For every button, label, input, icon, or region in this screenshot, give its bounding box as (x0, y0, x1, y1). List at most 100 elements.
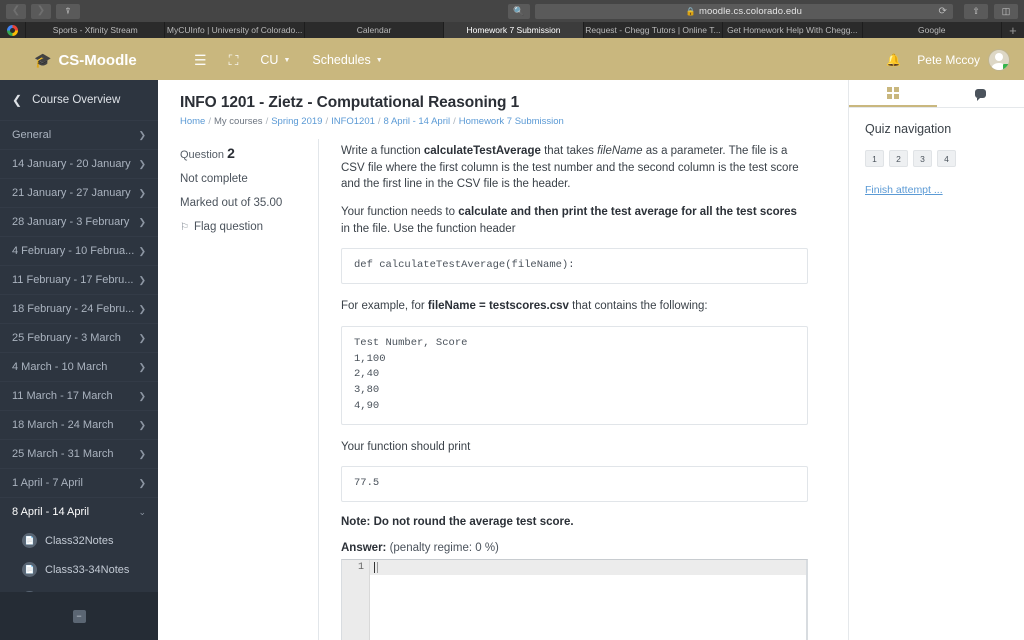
sidebar-subitem-class33-34notes[interactable]: 📄 Class33-34Notes (0, 555, 158, 584)
sidebar-item-week-8[interactable]: 4 March - 10 March ❯ (0, 352, 158, 381)
browser-tab[interactable]: Calendar (305, 22, 445, 38)
collapse-icon[interactable]: − (72, 609, 86, 623)
search-icon[interactable]: 🔍 (508, 3, 530, 19)
editor-caret (374, 561, 375, 573)
tab-overview-icon[interactable]: ◫ (994, 3, 1018, 19)
sidebar-item-label: 21 January - 27 January (12, 187, 131, 199)
course-sidebar: ❮ Course Overview General ❯ 14 January -… (0, 80, 158, 640)
browser-tab[interactable]: Sports - Xfinity Stream (26, 22, 166, 38)
new-tab-button[interactable]: + (1002, 22, 1024, 38)
chevron-right-icon: ❯ (138, 129, 146, 140)
breadcrumb-week[interactable]: 8 April - 14 April (384, 116, 451, 127)
browser-tab[interactable]: Get Homework Help With Chegg... (723, 22, 863, 38)
chevron-right-icon: ❯ (138, 303, 146, 314)
page-title: INFO 1201 - Zietz - Computational Reason… (180, 94, 520, 111)
url-text: moodle.cs.colorado.edu (698, 5, 803, 17)
browser-tab-active[interactable]: Homework 7 Submission (444, 22, 584, 38)
chevron-right-icon: ❯ (138, 361, 146, 372)
breadcrumb-info1201[interactable]: INFO1201 (331, 116, 375, 127)
google-logo-icon (7, 24, 18, 36)
notification-bell-icon[interactable]: 🔔 (886, 53, 901, 67)
question-number: Question 2 (180, 145, 318, 161)
flag-question-label: Flag question (193, 221, 264, 233)
p2-pre: Your function needs to (341, 206, 459, 219)
breadcrumb-home[interactable]: Home (180, 116, 205, 127)
editor-scrollbar[interactable] (806, 559, 807, 640)
course-overview-label: Course Overview (32, 94, 121, 106)
sidebar-item-week-9[interactable]: 11 March - 17 March ❯ (0, 381, 158, 410)
chevron-down-icon: ⌄ (138, 506, 146, 517)
breadcrumb-spring-2019[interactable]: Spring 2019 (271, 116, 322, 127)
chevron-down-icon: ▼ (375, 56, 383, 64)
breadcrumb-my-courses[interactable]: My courses (214, 116, 263, 127)
sidebar-course-overview[interactable]: ❮ Course Overview (0, 80, 158, 120)
editor-code-area[interactable] (370, 559, 807, 640)
editor-line-gutter: 1 (342, 559, 370, 640)
sidebar-item-label: 25 March - 31 March (12, 448, 114, 460)
sidebar-item-week-10[interactable]: 18 March - 24 March ❯ (0, 410, 158, 439)
forward-button[interactable]: ❯ (31, 3, 51, 19)
sidebar-item-label: 8 April - 14 April (12, 506, 90, 518)
sidebar-item-week-11[interactable]: 25 March - 31 March ❯ (0, 439, 158, 468)
sidebar-subitem-class32notes[interactable]: 📄 Class32Notes (0, 526, 158, 555)
nav-link-cu[interactable]: CU ▼ (260, 53, 290, 67)
sidebar-item-label: 14 January - 20 January (12, 158, 131, 170)
address-bar[interactable]: 🔒 moodle.cs.colorado.edu ⟳ (535, 3, 953, 19)
quiz-nav-button-2[interactable]: 2 (889, 150, 908, 167)
quiz-navigation-panel: Quiz navigation 1 2 3 4 Finish attempt .… (848, 80, 1024, 640)
flag-question-button[interactable]: ⚐ Flag question (180, 221, 318, 233)
p1-bold: calculateTestAverage (423, 145, 541, 157)
p1-italic: fileName (597, 145, 643, 157)
user-name: Pete Mccoy (917, 53, 980, 67)
back-button[interactable]: ❮ (6, 3, 26, 19)
question-number-label: Question (180, 149, 225, 161)
browser-tab[interactable]: MyCUInfo | University of Colorado... (165, 22, 305, 38)
browser-tab[interactable]: Request - Chegg Tutors | Online T... (584, 22, 724, 38)
user-menu[interactable]: Pete Mccoy (917, 49, 1010, 71)
sidebar-subitem-label: Class33-34Notes (45, 563, 130, 576)
hamburger-menu-icon[interactable]: ☰ (194, 52, 207, 69)
answer-label: Answer: (341, 541, 387, 554)
chevron-right-icon: ❯ (138, 390, 146, 401)
site-brand[interactable]: 🎓 CS-Moodle (34, 52, 154, 69)
question-info: Question 2 Not complete Marked out of 35… (180, 139, 318, 640)
finish-attempt-link[interactable]: Finish attempt ... (865, 184, 943, 196)
chevron-right-icon: ❯ (138, 216, 146, 227)
sidebar-item-week-5[interactable]: 11 February - 17 Febru... ❯ (0, 265, 158, 294)
p2-post: in the file. Use the function header (341, 222, 516, 235)
sidebar-item-week-1[interactable]: 14 January - 20 January ❯ (0, 149, 158, 178)
favicon-tab[interactable] (0, 22, 26, 38)
tab-blocks[interactable] (849, 80, 937, 107)
code-answer-editor[interactable]: 1 (341, 558, 808, 640)
example-post: that contains the following: (568, 300, 708, 313)
chat-bubble-icon (974, 89, 986, 101)
question-body: Write a function calculateTestAverage th… (318, 139, 848, 640)
sidebar-item-week-7[interactable]: 25 February - 3 March ❯ (0, 323, 158, 352)
sidebar-item-week-6[interactable]: 18 February - 24 Febru... ❯ (0, 294, 158, 323)
breadcrumb: Home / My courses / Spring 2019/INFO1201/8 A… (180, 116, 564, 127)
sidebar-item-general[interactable]: General ❯ (0, 120, 158, 149)
quiz-nav-button-3[interactable]: 3 (913, 150, 932, 167)
chevron-right-icon: ❯ (138, 477, 146, 488)
sidebar-item-week-4[interactable]: 4 February - 10 Februa... ❯ (0, 236, 158, 265)
nav-link-schedules[interactable]: Schedules ▼ (312, 53, 382, 67)
quiz-nav-button-4[interactable]: 4 (937, 150, 956, 167)
browser-tab[interactable]: Google (863, 22, 1002, 38)
example-pre: For example, for (341, 300, 428, 313)
quiz-nav-button-1[interactable]: 1 (865, 150, 884, 167)
sidebar-item-week-2[interactable]: 21 January - 27 January ❯ (0, 178, 158, 207)
browser-toolbar: ❮ ❯ ⍒ 🔍 🔒 moodle.cs.colorado.edu ⟳ ⇧ ◫ (0, 0, 1024, 22)
sidebar-toggle-icon[interactable]: ⍒ (56, 3, 80, 19)
quiz-navigation-buttons: 1 2 3 4 (865, 150, 1008, 167)
share-icon[interactable]: ⇧ (964, 3, 988, 19)
main-content: INFO 1201 - Zietz - Computational Reason… (158, 80, 848, 640)
graduation-cap-icon: 🎓 (34, 51, 52, 68)
sidebar-item-week-3[interactable]: 28 January - 3 February ❯ (0, 207, 158, 236)
breadcrumb-homework[interactable]: Homework 7 Submission (459, 116, 564, 127)
sidebar-item-week-12[interactable]: 1 April - 7 April ❯ (0, 468, 158, 497)
fullscreen-icon[interactable]: ⛶ (229, 52, 239, 69)
sidebar-item-week-13-active[interactable]: 8 April - 14 April ⌄ (0, 497, 158, 526)
tab-messages[interactable] (937, 80, 1024, 107)
chevron-right-icon: ❯ (138, 274, 146, 285)
reload-icon[interactable]: ⟳ (939, 6, 947, 17)
